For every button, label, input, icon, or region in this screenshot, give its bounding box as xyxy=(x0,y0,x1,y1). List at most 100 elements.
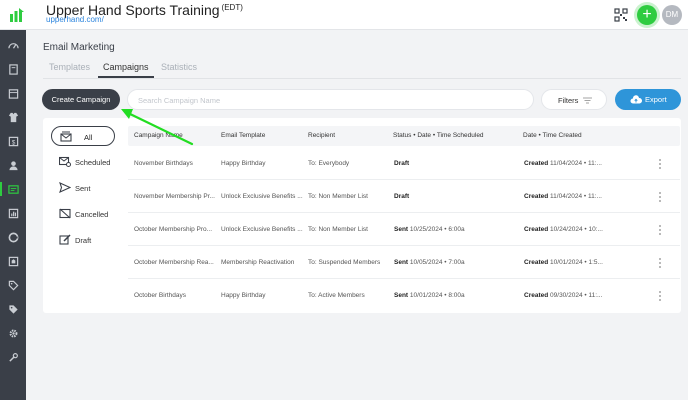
tab-templates[interactable]: Templates xyxy=(49,62,90,72)
email-icon xyxy=(7,184,19,194)
email-template: Unlock Exclusive Benefits ... xyxy=(221,193,303,200)
folder-label: Sent xyxy=(75,184,91,193)
business-url-link[interactable]: upperhand.com/ xyxy=(46,15,104,24)
filters-button[interactable]: Filters xyxy=(541,89,607,110)
status: Sent 10/01/2024 • 8:00a xyxy=(394,292,520,299)
tabs-divider xyxy=(43,78,681,79)
email-template: Happy Birthday xyxy=(221,292,266,299)
tab-statistics[interactable]: Statistics xyxy=(161,62,197,72)
cloud-upload-icon xyxy=(630,95,642,104)
status-label: Sent xyxy=(394,226,409,233)
campaign-name: October Birthdays xyxy=(134,292,187,299)
timezone-label: (EDT) xyxy=(221,3,243,12)
qr-scan-icon[interactable] xyxy=(614,8,628,22)
folder-label: All xyxy=(84,133,93,142)
sidebar-item-teams[interactable] xyxy=(3,108,23,126)
recipient: To: Non Member List xyxy=(308,193,368,200)
created-date: 09/30/2024 • 11:... xyxy=(550,292,603,299)
more-options-icon[interactable] xyxy=(658,290,662,302)
filters-label: Filters xyxy=(558,96,579,105)
sidebar-item-tools[interactable] xyxy=(3,348,23,366)
folder-label: Scheduled xyxy=(75,158,111,167)
created-label: Created xyxy=(524,292,549,299)
quick-add-button[interactable]: + xyxy=(637,5,657,25)
column-header[interactable]: Email Template xyxy=(221,132,265,139)
folder-draft[interactable]: Draft xyxy=(51,230,115,250)
mail-clock-icon xyxy=(59,156,71,167)
create-campaign-button[interactable]: Create Campaign xyxy=(42,89,120,110)
created-date: 11/04/2024 • 11:... xyxy=(550,160,602,167)
more-options-icon[interactable] xyxy=(658,257,662,269)
ticket-icon xyxy=(8,256,18,266)
sidebar-nav: $ xyxy=(0,30,26,400)
created-label: Created xyxy=(524,160,549,167)
table-header: Campaign Name Email Template Recipient S… xyxy=(128,126,680,146)
created-label: Created xyxy=(524,193,549,200)
more-options-icon[interactable] xyxy=(658,158,662,170)
table-row[interactable]: October Membership Pro... Unlock Exclusi… xyxy=(128,214,680,246)
export-label: Export xyxy=(645,95,667,104)
mail-stack-icon xyxy=(60,131,72,142)
folder-scheduled[interactable]: Scheduled xyxy=(51,152,115,172)
created: Created 10/24/2024 • 10:... xyxy=(524,226,616,233)
sidebar-item-settings[interactable] xyxy=(3,324,23,342)
status: Sent 10/25/2024 • 6:00a xyxy=(394,226,520,233)
svg-text:$: $ xyxy=(11,139,15,146)
created: Created 10/01/2024 • 1:5... xyxy=(524,259,616,266)
sidebar-item-analytics[interactable] xyxy=(3,228,23,246)
annotation-arrow-icon xyxy=(121,109,194,146)
email-template: Happy Birthday xyxy=(221,160,266,167)
sidebar-item-reports[interactable] xyxy=(3,204,23,222)
status: Draft xyxy=(394,193,520,200)
sidebar-item-marketing[interactable] xyxy=(0,180,23,198)
send-icon xyxy=(59,182,71,193)
export-button[interactable]: Export xyxy=(615,89,681,110)
column-header[interactable]: Status • Date • Time Scheduled xyxy=(393,132,484,139)
mail-cancel-icon xyxy=(59,208,71,219)
user-avatar[interactable]: DM xyxy=(662,5,682,25)
email-template: Unlock Exclusive Benefits ... xyxy=(221,226,303,233)
campaign-name: October Membership Rea... xyxy=(134,259,214,266)
scheduled-date: 10/25/2024 • 6:00a xyxy=(409,226,465,233)
sidebar-item-clients[interactable] xyxy=(3,156,23,174)
sidebar-item-dashboard[interactable] xyxy=(3,36,23,54)
users-icon xyxy=(8,160,18,170)
active-tab-indicator xyxy=(98,76,154,78)
created: Created 09/30/2024 • 11:... xyxy=(524,292,616,299)
recipient: To: Non Member List xyxy=(308,226,368,233)
sidebar-item-calendar[interactable] xyxy=(3,84,23,102)
recipient: To: Active Members xyxy=(308,292,365,299)
created-date: 10/01/2024 • 1:5... xyxy=(550,259,603,266)
created-date: 11/04/2024 • 11:... xyxy=(550,193,602,200)
sidebar-item-discounts[interactable] xyxy=(3,276,23,294)
sidebar-item-coupons[interactable] xyxy=(3,300,23,318)
folder-sent[interactable]: Sent xyxy=(51,178,115,198)
tab-campaigns[interactable]: Campaigns xyxy=(103,62,149,72)
calendar-icon xyxy=(8,88,18,99)
folder-all[interactable]: All xyxy=(51,126,115,146)
sidebar-item-catalog[interactable] xyxy=(3,60,23,78)
campaign-name: October Membership Pro... xyxy=(134,226,213,233)
created: Created 11/04/2024 • 11:... xyxy=(524,160,616,167)
column-header[interactable]: Recipient xyxy=(308,132,335,139)
table-row[interactable]: October Membership Rea... Membership Rea… xyxy=(128,247,680,279)
email-template: Membership Reactivation xyxy=(221,259,295,266)
created: Created 11/04/2024 • 11:... xyxy=(524,193,616,200)
jersey-icon xyxy=(8,112,18,122)
sidebar-item-payments[interactable]: $ xyxy=(3,132,23,150)
status-label: Sent xyxy=(394,259,409,266)
more-options-icon[interactable] xyxy=(658,191,662,203)
folder-cancelled[interactable]: Cancelled xyxy=(51,204,115,224)
table-row[interactable]: October Birthdays Happy Birthday To: Act… xyxy=(128,280,680,312)
more-options-icon[interactable] xyxy=(658,224,662,236)
status-label: Sent xyxy=(394,292,409,299)
table-row[interactable]: November Birthdays Happy Birthday To: Ev… xyxy=(128,148,680,180)
column-header[interactable]: Date • Time Created xyxy=(523,132,582,139)
folder-label: Cancelled xyxy=(75,210,109,219)
created-label: Created xyxy=(524,259,549,266)
status-label: Draft xyxy=(394,160,410,167)
book-icon xyxy=(8,63,18,75)
upper-hand-logo-icon[interactable] xyxy=(7,5,27,25)
sidebar-item-events[interactable] xyxy=(3,252,23,270)
table-row[interactable]: November Membership Pr... Unlock Exclusi… xyxy=(128,181,680,213)
